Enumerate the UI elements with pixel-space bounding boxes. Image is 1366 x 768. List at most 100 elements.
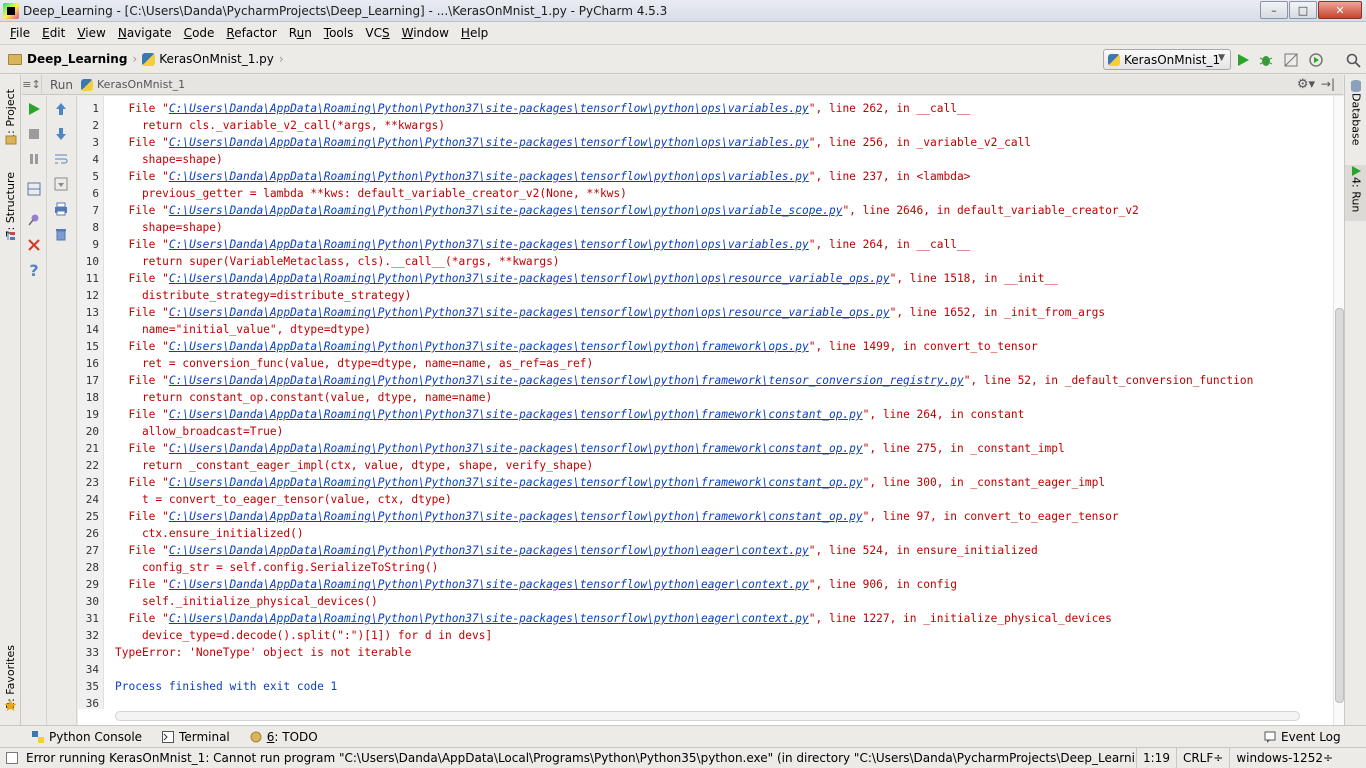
traceback-suffix: ", line 300, in _constant_eager_impl	[862, 476, 1106, 489]
stop-button[interactable]	[25, 125, 43, 143]
menu-item-edit[interactable]: Edit	[36, 22, 71, 44]
menu-label-suffix: ode	[192, 26, 215, 40]
status-bar: Error running KerasOnMnist_1: Cannot run…	[0, 747, 1366, 768]
search-everywhere-button[interactable]	[1345, 52, 1361, 68]
pause-icon	[30, 154, 38, 164]
run-toolbar-secondary	[47, 96, 77, 725]
panel-menu-icon[interactable]: ≡↕	[22, 74, 42, 95]
search-icon	[1346, 53, 1361, 68]
menu-label-mnemonic: S	[381, 26, 390, 40]
traceback-file-link[interactable]: C:\Users\Danda\AppData\Roaming\Python\Py…	[169, 136, 809, 149]
traceback-file-link[interactable]: C:\Users\Danda\AppData\Roaming\Python\Py…	[169, 170, 809, 183]
line-separator[interactable]: CRLF÷	[1175, 747, 1229, 768]
coverage-button[interactable]	[1283, 52, 1299, 68]
console-line: File "C:\Users\Danda\AppData\Roaming\Pyt…	[115, 542, 1038, 559]
clear-all-button[interactable]	[52, 225, 70, 243]
menu-item-file[interactable]: File	[4, 22, 36, 44]
tab-database[interactable]: Database	[1345, 79, 1366, 146]
menu-item-refactor[interactable]: Refactor	[220, 22, 282, 44]
vertical-scrollbar-thumb[interactable]	[1335, 308, 1344, 703]
console-line: ctx.ensure_initialized()	[115, 527, 304, 540]
line-number: 26	[85, 527, 99, 540]
menu-item-vcs[interactable]: VCS	[359, 22, 395, 44]
traceback-suffix: ", line 97, in convert_to_eager_tensor	[862, 510, 1119, 523]
traceback-file-link[interactable]: C:\Users\Danda\AppData\Roaming\Python\Py…	[169, 476, 863, 489]
run-configuration-select[interactable]: KerasOnMnist_1 ▼	[1103, 49, 1231, 70]
bug-icon	[1259, 56, 1273, 66]
tab-todo[interactable]: 6: TODO	[250, 730, 318, 744]
traceback-file-link[interactable]: C:\Users\Danda\AppData\Roaming\Python\Py…	[169, 306, 890, 319]
menu-item-navigate[interactable]: Navigate	[112, 22, 178, 44]
pause-button[interactable]	[25, 150, 43, 168]
arrow-up-icon	[56, 103, 66, 115]
close-button[interactable]: ✕	[1318, 1, 1362, 19]
horizontal-scrollbar[interactable]	[115, 711, 1300, 721]
traceback-file-link[interactable]: C:\Users\Danda\AppData\Roaming\Python\Py…	[169, 272, 890, 285]
scroll-end-icon	[54, 177, 68, 191]
tab-terminal[interactable]: Terminal	[162, 730, 230, 744]
traceback-suffix: ", line 524, in ensure_initialized	[808, 544, 1038, 557]
close-run-button[interactable]	[25, 236, 43, 254]
soft-wrap-button[interactable]	[52, 150, 70, 168]
line-number: 17	[85, 374, 99, 387]
tab-event-log[interactable]: Event Log	[1264, 730, 1341, 744]
window-controls: – □ ✕	[1259, 1, 1362, 19]
traceback-file-link[interactable]: C:\Users\Danda\AppData\Roaming\Python\Py…	[169, 340, 809, 353]
rerun-button[interactable]	[25, 100, 43, 118]
bottom-tool-tabs: Python Console Terminal 6: TODO Event Lo…	[0, 725, 1366, 747]
breadcrumb-file[interactable]: KerasOnMnist_1.py	[159, 52, 274, 66]
traceback-prefix: File "	[115, 102, 169, 115]
menu-item-tools[interactable]: Tools	[318, 22, 360, 44]
run-icon	[1352, 166, 1361, 176]
traceback-file-link[interactable]: C:\Users\Danda\AppData\Roaming\Python\Py…	[169, 578, 809, 591]
traceback-file-link[interactable]: C:\Users\Danda\AppData\Roaming\Python\Py…	[169, 204, 843, 217]
console-text[interactable]: File "C:\Users\Danda\AppData\Roaming\Pyt…	[115, 96, 1333, 709]
traceback-file-link[interactable]: C:\Users\Danda\AppData\Roaming\Python\Py…	[169, 374, 964, 387]
traceback-file-link[interactable]: C:\Users\Danda\AppData\Roaming\Python\Py…	[169, 510, 863, 523]
console-line: shape=shape)	[115, 153, 223, 166]
minimize-button[interactable]: –	[1260, 1, 1288, 19]
scroll-up-button[interactable]	[52, 100, 70, 118]
menu-item-code[interactable]: Code	[178, 22, 221, 44]
print-button[interactable]	[52, 200, 70, 218]
tab-run[interactable]: 4: Run	[1345, 165, 1366, 221]
traceback-file-link[interactable]: C:\Users\Danda\AppData\Roaming\Python\Py…	[169, 544, 809, 557]
traceback-file-link[interactable]: C:\Users\Danda\AppData\Roaming\Python\Py…	[169, 612, 809, 625]
debug-button[interactable]	[1258, 52, 1274, 68]
line-number-gutter: 1 2 3 4 5 6 7 8 9 10 11 12 13 14 15 16 17 18 19 20 21 22 23 24 2…	[78, 96, 104, 709]
vertical-scrollbar[interactable]	[1333, 96, 1344, 725]
traceback-file-link[interactable]: C:\Users\Danda\AppData\Roaming\Python\Py…	[169, 102, 809, 115]
tab-python-console[interactable]: Python Console	[32, 730, 142, 744]
traceback-file-link[interactable]: C:\Users\Danda\AppData\Roaming\Python\Py…	[169, 238, 809, 251]
traceback-prefix: File "	[115, 170, 169, 183]
run-tab-label: KerasOnMnist_1	[97, 78, 186, 91]
traceback-file-link[interactable]: C:\Users\Danda\AppData\Roaming\Python\Py…	[169, 442, 863, 455]
help-icon[interactable]: ?	[25, 261, 43, 280]
traceback-file-link[interactable]: C:\Users\Danda\AppData\Roaming\Python\Py…	[169, 408, 863, 421]
menu-label-prefix: VC	[365, 26, 382, 40]
console-output[interactable]: 1 2 3 4 5 6 7 8 9 10 11 12 13 14 15 16 17 18 19 20 21 22 23 24 2…	[78, 96, 1333, 725]
maximize-button[interactable]: □	[1289, 1, 1317, 19]
run-button[interactable]	[1235, 52, 1251, 68]
menu-item-view[interactable]: View	[71, 22, 111, 44]
line-number: 14	[85, 323, 99, 336]
menu-item-window[interactable]: Window	[396, 22, 455, 44]
pin-button[interactable]	[25, 211, 43, 229]
breadcrumb-project[interactable]: Deep_Learning	[27, 52, 127, 66]
profile-button[interactable]	[1308, 52, 1324, 68]
gear-icon[interactable]: ⚙▾	[1297, 77, 1315, 92]
line-number: 11	[85, 272, 99, 285]
menu-item-help[interactable]: Help	[455, 22, 494, 44]
line-number: 16	[85, 357, 99, 370]
tool-windows-toggle-icon[interactable]	[6, 752, 18, 764]
scroll-to-end-button[interactable]	[52, 175, 70, 193]
breadcrumb-separator: ›	[132, 52, 138, 66]
caret-position[interactable]: 1:19	[1136, 747, 1176, 768]
scroll-down-button[interactable]	[52, 125, 70, 143]
menu-item-run[interactable]: Run	[283, 22, 318, 44]
status-message[interactable]: Error running KerasOnMnist_1: Cannot run…	[26, 751, 1136, 765]
hide-panel-icon[interactable]: →|	[1321, 77, 1335, 91]
run-tab[interactable]: KerasOnMnist_1	[81, 78, 185, 91]
file-encoding[interactable]: windows-1252÷	[1229, 747, 1339, 768]
restore-layout-button[interactable]	[25, 180, 43, 198]
